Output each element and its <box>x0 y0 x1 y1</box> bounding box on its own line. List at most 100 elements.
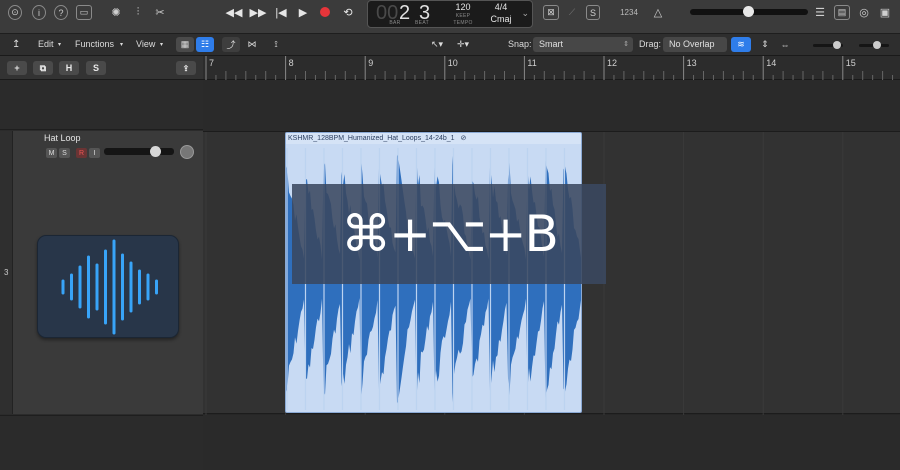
go-to-beginning-button[interactable]: |◀ <box>271 4 291 20</box>
lcd-tempo-mode: KEEP <box>455 13 471 19</box>
mixer-icon[interactable]: ⫶ <box>130 5 146 20</box>
tuner-icon[interactable]: ⟋ <box>564 5 580 20</box>
chevron-down-icon: ▾ <box>160 42 164 48</box>
chevron-updown-icon: ⇕ <box>623 41 629 48</box>
master-volume-knob[interactable] <box>743 6 754 17</box>
input-monitor-button[interactable]: I <box>89 148 100 158</box>
add-track-button[interactable]: + <box>7 61 27 75</box>
snap-label: Snap: <box>508 39 532 49</box>
track-header-toolbar: + ⧉ H S ⇪ <box>0 56 203 80</box>
shortcut-keys: ⌘+⌥+B <box>341 205 559 263</box>
keyboard-shortcut-overlay: ⌘+⌥+B <box>292 184 606 284</box>
lcd-display[interactable]: 00 2 3 BAR BEAT 120 KEEP TEMPO 4/4 Cmaj … <box>367 0 533 28</box>
info-icon[interactable]: i <box>32 5 46 20</box>
smart-controls-icon[interactable]: ✺ <box>108 5 124 20</box>
count-in-button[interactable]: 1234 <box>617 5 641 20</box>
editors-icon[interactable]: ✂ <box>152 5 168 20</box>
ruler-bar-number: 11 <box>527 58 537 68</box>
help-icon[interactable]: ? <box>54 5 68 20</box>
arrange-empty-top <box>203 80 900 131</box>
record-icon <box>320 7 330 17</box>
record-enable-button[interactable]: R <box>76 148 87 158</box>
replace-icon[interactable]: ⊠ <box>543 5 559 20</box>
metronome-icon[interactable]: △ <box>650 5 666 20</box>
play-button[interactable]: ▶ <box>293 4 313 20</box>
edit-menu[interactable]: Edit <box>38 39 54 49</box>
record-button[interactable] <box>315 4 335 20</box>
pointer-tool-icon[interactable]: ↖▾ <box>426 37 448 52</box>
ruler-bar-number: 10 <box>447 58 458 68</box>
automation-icon[interactable]: ⤴ <box>222 37 240 52</box>
back-arrow-icon[interactable]: ↥ <box>12 39 20 50</box>
hide-button[interactable]: H <box>59 61 79 75</box>
ruler-bar-number: 15 <box>845 58 856 68</box>
snap-dropdown[interactable]: Smart ⇕ <box>533 37 633 52</box>
lcd-time-signature: 4/4 <box>494 2 508 12</box>
ruler-bar-number: 9 <box>368 58 374 68</box>
view-menu[interactable]: View <box>136 39 155 49</box>
master-volume-slider[interactable] <box>690 6 808 17</box>
vertical-zoom-icon[interactable]: ⇕ <box>757 37 773 52</box>
ruler-bar-number: 8 <box>288 58 294 68</box>
functions-menu[interactable]: Functions <box>75 39 114 49</box>
track-number-column: 3 <box>0 131 13 414</box>
lcd-beat-label: BEAT <box>415 20 429 26</box>
list-view-icon[interactable]: ☷ <box>196 37 214 52</box>
chevron-down-icon: ▾ <box>120 42 124 48</box>
horizontal-zoom-slider[interactable] <box>859 41 889 49</box>
flex-icon[interactable]: ⋈ <box>243 37 261 52</box>
drag-value: No Overlap <box>669 39 715 49</box>
waveform-zoom-icon[interactable]: ≋ <box>731 37 751 52</box>
catch-playhead-icon[interactable]: ⟟ <box>267 37 285 52</box>
pan-knob[interactable] <box>180 145 194 159</box>
ruler-ticks <box>205 56 894 80</box>
drag-dropdown[interactable]: No Overlap <box>663 37 727 52</box>
vertical-zoom-knob[interactable] <box>833 41 841 49</box>
track-number: 3 <box>4 268 9 277</box>
ruler-bar-number: 13 <box>686 58 697 68</box>
loop-browser-icon[interactable]: ◎ <box>856 5 872 20</box>
track-volume-slider[interactable] <box>104 146 174 157</box>
mute-button[interactable]: M <box>46 148 57 158</box>
secondary-tool-icon[interactable]: ✛▾ <box>452 37 474 52</box>
list-editors-icon[interactable]: ☰ <box>812 5 828 20</box>
lcd-key: Cmaj <box>490 14 512 24</box>
horizontal-zoom-knob[interactable] <box>873 41 881 49</box>
snap-value: Smart <box>539 39 564 49</box>
fast-forward-button[interactable]: ▶▶ <box>248 4 268 20</box>
lcd-tempo: 120 <box>455 2 471 12</box>
region-name-text: KSHMR_128BPM_Humanized_Hat_Loops_14-24b_… <box>288 135 455 142</box>
cycle-button[interactable]: ⟲ <box>338 4 358 20</box>
chevron-down-icon: ▾ <box>58 42 62 48</box>
logic-pro-window: ⊙ i ? ▭ ✺ ⫶ ✂ ◀◀ ▶▶ |◀ ▶ ⟲ 00 2 3 BAR BE… <box>0 0 900 470</box>
toolbar-icon[interactable]: ▭ <box>76 5 92 20</box>
track-list: 3 Hat Loop M S R I <box>0 80 203 470</box>
chevron-down-icon[interactable]: ⌄ <box>521 8 529 19</box>
notepad-icon[interactable]: ▤ <box>834 5 850 20</box>
vertical-zoom-slider[interactable] <box>813 41 843 49</box>
browser-icon[interactable]: ▣ <box>877 5 893 20</box>
global-solo-button[interactable]: S <box>86 61 106 75</box>
track-header-hat-loop[interactable]: 3 Hat Loop M S R I <box>0 131 203 414</box>
ruler-bar-number: 7 <box>209 58 215 68</box>
control-bar: ⊙ i ? ▭ ✺ ⫶ ✂ ◀◀ ▶▶ |◀ ▶ ⟲ 00 2 3 BAR BE… <box>0 0 900 34</box>
empty-track-area <box>0 80 203 130</box>
lcd-tempo-label: TEMPO <box>453 20 473 26</box>
loop-icon: ⊘ <box>460 135 467 142</box>
ruler-bar-number: 12 <box>607 58 618 68</box>
drag-label: Drag: <box>639 39 662 49</box>
horizontal-zoom-icon[interactable]: ⇔ <box>777 37 793 52</box>
rewind-button[interactable]: ◀◀ <box>224 4 244 20</box>
ruler-bar-number: 14 <box>766 58 777 68</box>
folder-button[interactable]: ⧉ <box>33 61 53 75</box>
library-icon[interactable]: ⊙ <box>8 5 22 20</box>
grid-view-icon[interactable]: ▦ <box>176 37 194 52</box>
solo-icon[interactable]: S <box>586 5 600 20</box>
global-tracks-icon[interactable]: ⇪ <box>176 61 196 75</box>
region-name: KSHMR_128BPM_Humanized_Hat_Loops_14-24b_… <box>286 133 581 144</box>
track-volume-knob[interactable] <box>150 146 161 157</box>
solo-button[interactable]: S <box>59 148 70 158</box>
bar-ruler[interactable]: 7 8 9 10 11 12 13 14 15 <box>203 56 900 80</box>
empty-track-area-bottom <box>0 415 203 470</box>
track-name[interactable]: Hat Loop <box>44 133 81 143</box>
